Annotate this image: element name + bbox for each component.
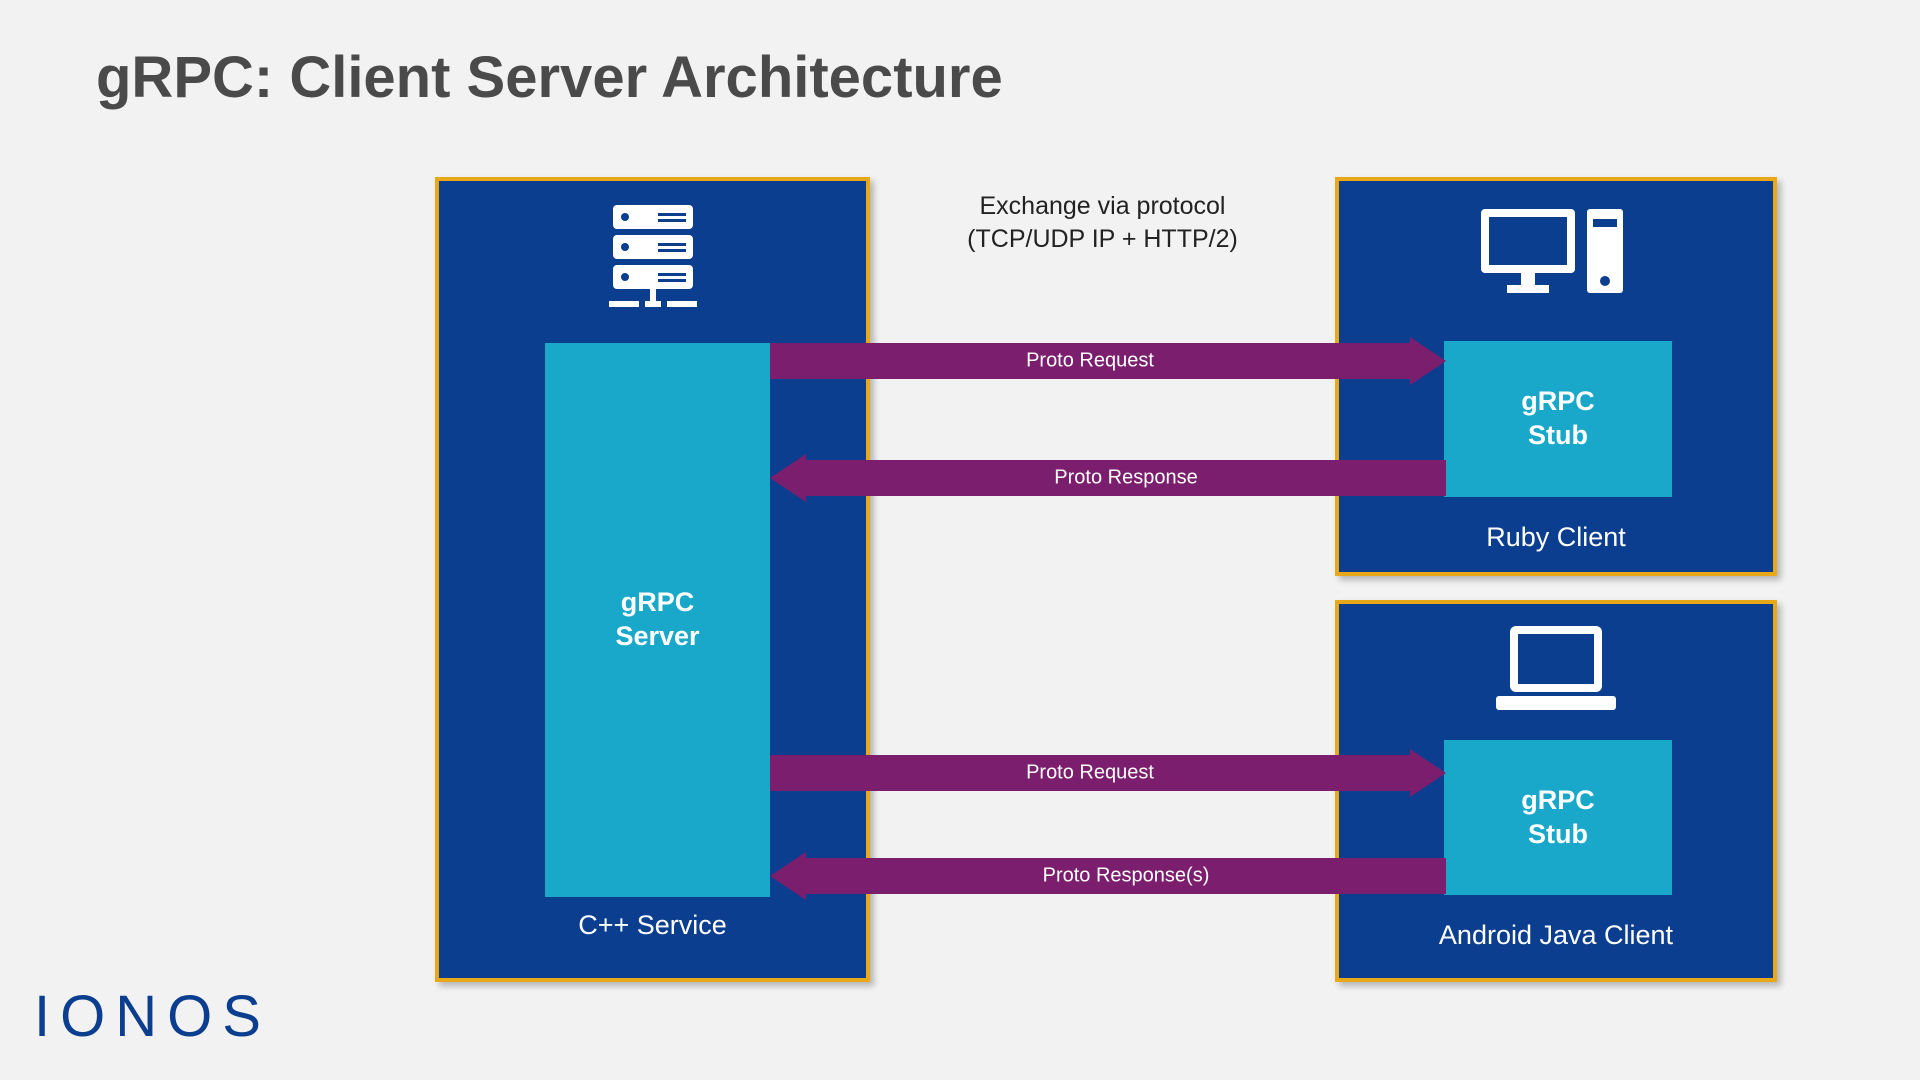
arrow-label-resp-android: Proto Response(s) [806, 865, 1446, 888]
server-caption: C++ Service [435, 910, 870, 941]
ruby-stub-l1: gRPC [1521, 386, 1595, 416]
grpc-server-label-l1: gRPC [621, 587, 695, 617]
grpc-server-box: gRPC Server [545, 343, 770, 897]
arrow-proto-request-android: Proto Request [770, 755, 1410, 791]
protocol-note: Exchange via protocol (TCP/UDP IP + HTTP… [870, 190, 1335, 255]
ruby-stub-l2: Stub [1528, 420, 1588, 450]
arrow-proto-response-ruby: Proto Response [806, 460, 1446, 496]
ruby-client-caption: Ruby Client [1335, 522, 1777, 553]
grpc-server-label-l2: Server [615, 621, 699, 651]
android-stub-l1: gRPC [1521, 785, 1595, 815]
android-client-caption: Android Java Client [1335, 920, 1777, 951]
arrow-head-resp-ruby [770, 454, 806, 502]
arrow-label-req-android: Proto Request [770, 762, 1410, 785]
protocol-note-l1: Exchange via protocol [980, 192, 1226, 220]
arrow-head-req-ruby [1410, 337, 1446, 385]
arrow-label-req-ruby: Proto Request [770, 350, 1410, 373]
arrow-proto-request-ruby: Proto Request [770, 343, 1410, 379]
laptop-icon [1335, 620, 1777, 720]
arrow-head-resp-android [770, 852, 806, 900]
ruby-stub-box: gRPC Stub [1444, 341, 1672, 497]
arrow-label-resp-ruby: Proto Response [806, 467, 1446, 490]
arrow-head-req-android [1410, 749, 1446, 797]
android-stub-box: gRPC Stub [1444, 740, 1672, 895]
architecture-diagram: gRPC Server C++ Service gRPC Stub Ruby C… [0, 0, 1920, 1080]
server-rack-icon [435, 200, 870, 320]
protocol-note-l2: (TCP/UDP IP + HTTP/2) [967, 225, 1238, 253]
ionos-logo: IONOS [34, 983, 271, 1050]
desktop-icon [1335, 200, 1777, 310]
android-stub-l2: Stub [1528, 819, 1588, 849]
arrow-proto-response-android: Proto Response(s) [806, 858, 1446, 894]
